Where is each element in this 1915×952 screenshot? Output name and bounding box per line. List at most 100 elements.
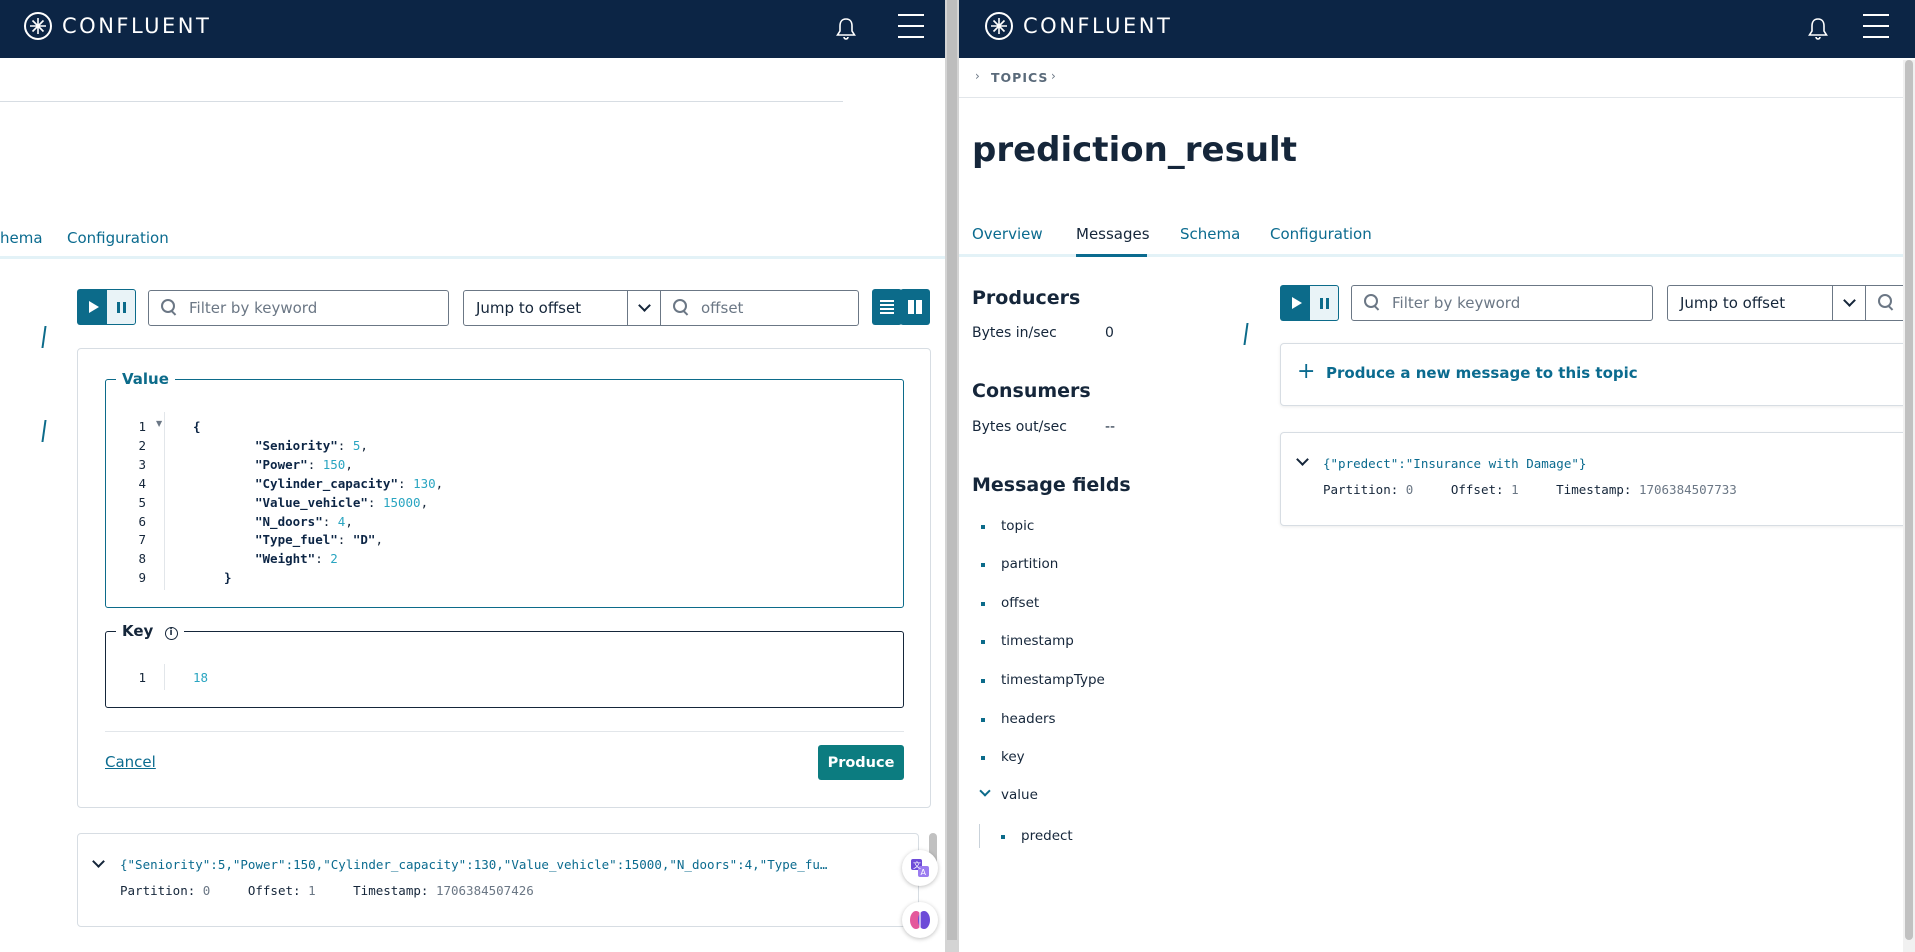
filter-keyword-input[interactable]: Filter by keyword [1351,285,1653,321]
code-line[interactable]: "Value_vehicle": 15000, [255,495,428,510]
form-divider [105,731,904,732]
field-item-value[interactable]: value [1001,787,1038,803]
pane-divider[interactable] [945,0,959,952]
brand-name: CONFLUENT [1023,14,1173,38]
right-pane: CONFLUENT › TOPICS › prediction_result O… [959,0,1915,952]
jump-to-offset-select[interactable]: Jump to offset [1667,285,1867,321]
tab-bar-line [0,256,945,259]
confluent-logo[interactable]: CONFLUENT [985,12,1172,40]
bullet-icon [981,756,985,760]
list-view-icon[interactable] [872,289,902,325]
field-item-timestamptype[interactable]: timestampType [1001,672,1105,688]
active-tab-underline [1076,254,1147,257]
produce-button[interactable]: Produce [818,745,904,780]
producers-heading: Producers [972,287,1081,309]
tab-overview[interactable]: Overview [972,225,1043,243]
tab-schema[interactable]: hema [0,229,43,247]
field-item-offset[interactable]: offset [1001,595,1039,611]
bytes-out-value: -- [1105,419,1116,435]
field-item-topic[interactable]: topic [1001,518,1034,534]
line-number: 9 [138,570,146,586]
play-button[interactable] [1280,285,1312,321]
message-card[interactable] [77,833,919,927]
bullet-icon [981,679,985,683]
message-meta: Partition: 0 Offset: 1 Timestamp: 170638… [120,883,534,898]
pause-button[interactable] [106,289,136,325]
produce-new-message-link[interactable]: Produce a new message to this topic [1326,364,1638,382]
cancel-link[interactable]: Cancel [105,753,156,771]
bullet-icon [981,602,985,606]
code-line[interactable]: "Cylinder_capacity": 130, [255,476,443,491]
breadcrumb-topics[interactable]: TOPICS [991,70,1048,85]
tab-configuration[interactable]: Configuration [67,229,169,247]
gutter-line [164,664,165,690]
line-number: 5 [138,494,146,510]
filter-keyword-input[interactable]: Filter by keyword [148,290,449,326]
confluent-mark-icon [985,12,1013,40]
pause-button[interactable] [1309,285,1339,321]
ai-brain-icon[interactable] [902,902,938,938]
bullet-icon [1001,835,1005,839]
top-bar: CONFLUENT [0,0,945,58]
tab-configuration[interactable]: Configuration [1270,225,1372,243]
field-item-partition[interactable]: partition [1001,556,1058,572]
fold-arrow-icon[interactable]: ▼ [156,419,162,428]
play-button[interactable] [77,289,109,325]
code-line[interactable]: "N_doors": 4, [255,514,353,529]
produce-new-message-card[interactable]: + Produce a new message to this topic [1280,343,1915,406]
nest-line [979,824,980,848]
value-legend: Value [122,370,169,388]
code-line[interactable]: } [224,570,232,585]
scroll-marker [41,420,47,442]
breadcrumb-chevron-icon: › [1051,69,1056,83]
field-item-timestamp[interactable]: timestamp [1001,633,1074,649]
message-card[interactable] [1280,432,1915,526]
notifications-bell-icon[interactable] [834,16,858,42]
tab-messages[interactable]: Messages [1076,225,1150,243]
chevron-down-icon[interactable] [1832,286,1866,320]
field-item-predect[interactable]: predect [1021,828,1073,844]
message-fields-heading: Message fields [972,474,1131,496]
code-line[interactable]: "Seniority": 5, [255,438,368,453]
confluent-logo[interactable]: CONFLUENT [24,12,211,40]
split-view-icon[interactable] [900,289,930,325]
consumers-heading: Consumers [972,380,1091,402]
chevron-down-icon[interactable] [627,291,661,325]
line-number: 1 [138,419,146,434]
scroll-marker [41,326,47,348]
bytes-in-label: Bytes in/sec [972,325,1057,341]
code-line[interactable]: "Weight": 2 [255,551,338,566]
info-icon[interactable]: i [164,627,178,640]
bullet-icon [981,563,985,567]
plus-icon: + [1297,359,1316,384]
right-scrollbar[interactable] [1903,60,1915,952]
line-number: 3 [138,456,146,472]
code-line[interactable]: "Type_fuel": "D", [255,532,383,547]
line-number: 7 [138,532,146,548]
message-meta: Partition: 0 Offset: 1 Timestamp: 170638… [1323,482,1737,497]
tab-schema[interactable]: Schema [1180,225,1240,243]
gutter-line [164,412,165,590]
search-icon [161,299,179,317]
menu-icon[interactable] [1863,14,1889,40]
code-line[interactable]: { [193,419,201,434]
translate-icon[interactable]: 文A [902,850,938,886]
chevron-down-icon[interactable] [979,785,991,797]
key-value[interactable]: 18 [193,670,208,685]
key-legend: Key [122,622,154,640]
field-item-headers[interactable]: headers [1001,711,1056,727]
bullet-icon [981,640,985,644]
jump-to-offset-select[interactable]: Jump to offset [463,290,662,326]
key-line-number: 1 [138,670,146,685]
page-title: prediction_result [972,130,1297,170]
code-line[interactable]: "Power": 150, [255,457,353,472]
top-bar: CONFLUENT [959,0,1915,58]
notifications-bell-icon[interactable] [1806,16,1830,42]
breadcrumb-chevron-icon: › [975,69,980,83]
offset-input[interactable]: offset [660,290,859,326]
field-item-key[interactable]: key [1001,749,1025,765]
menu-icon[interactable] [898,14,924,40]
line-number: 2 [138,437,146,453]
line-number: 4 [138,475,146,491]
key-editor[interactable]: Key i [105,622,904,708]
